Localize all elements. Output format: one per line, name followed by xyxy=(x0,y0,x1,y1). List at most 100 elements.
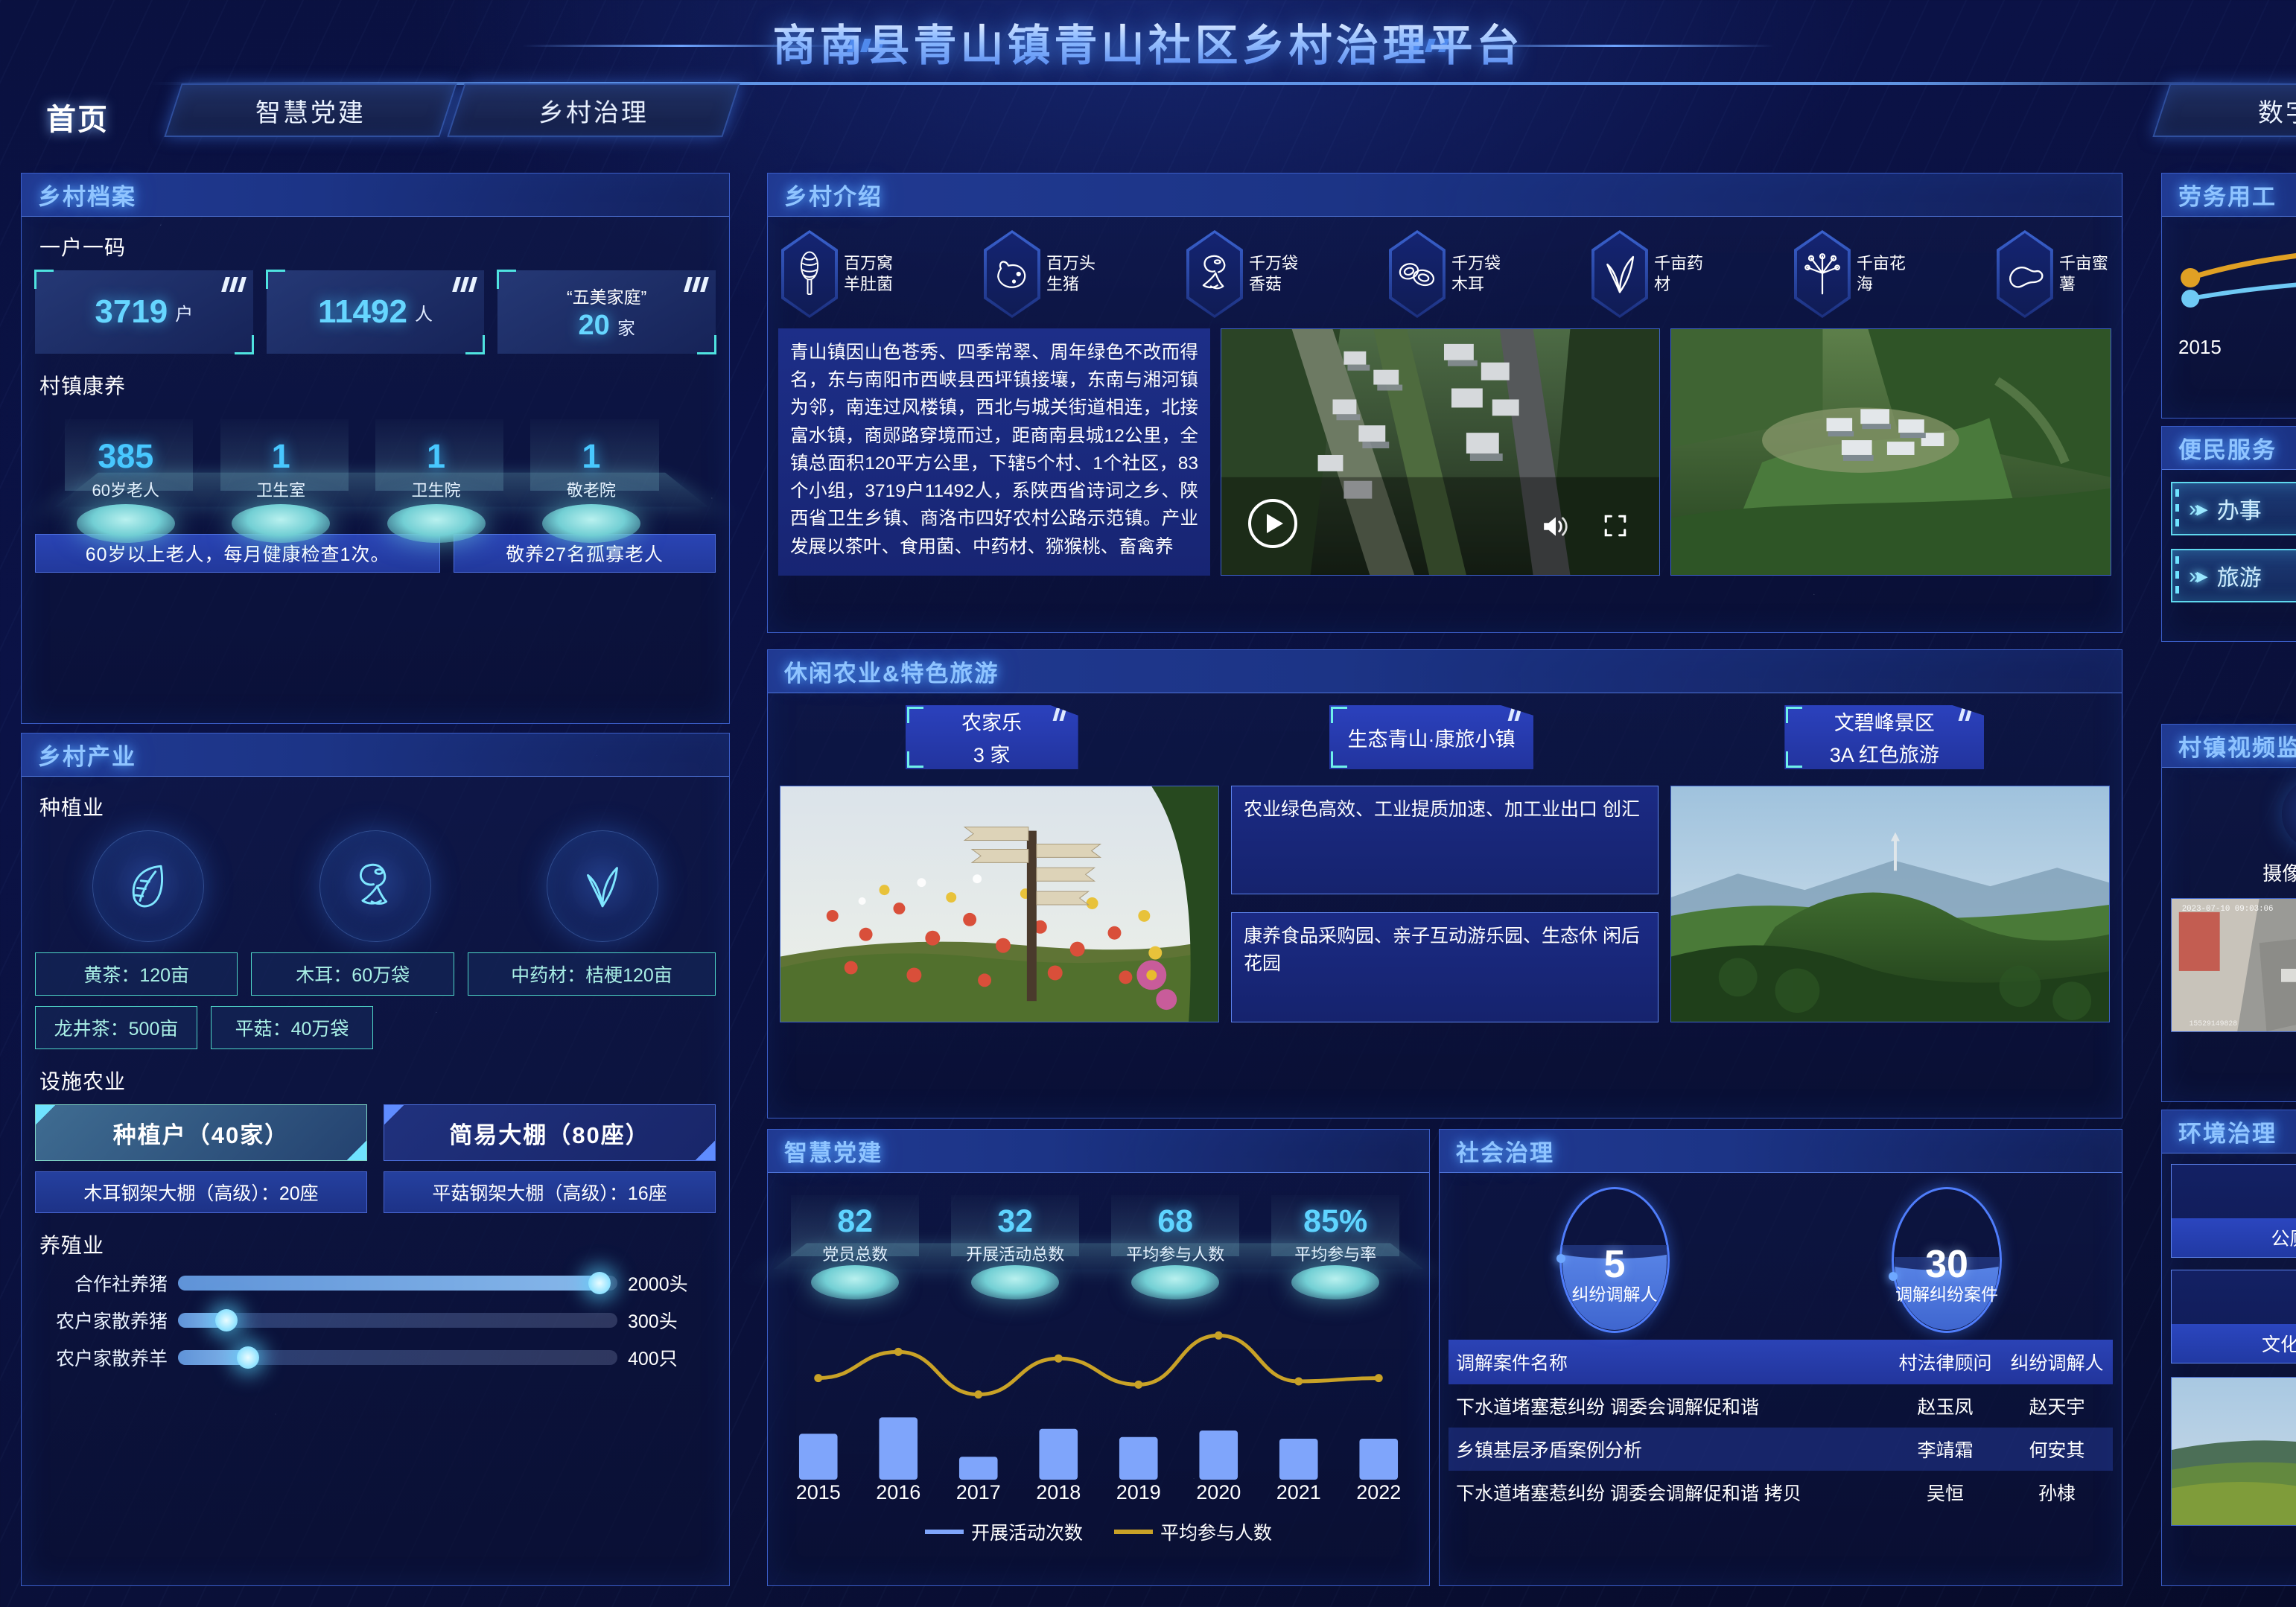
panel-title: 休闲农业&特色旅游 xyxy=(784,661,999,687)
tab-smart-party-building[interactable]: 智慧党建 xyxy=(164,83,457,137)
stat-label: 平均参与率 xyxy=(1294,1245,1377,1264)
bar xyxy=(1039,1428,1078,1480)
cell-mediator: 赵天宇 xyxy=(2029,1397,2085,1418)
tourism-card-scenic-area[interactable]: 文碧峰景区 3A 红色旅游 xyxy=(1784,705,1985,769)
camera-count-label: 摄像头120台 xyxy=(2262,862,2296,885)
line-point xyxy=(974,1390,983,1399)
facility-button-row: 种植户（40家） 简易大棚（80座） xyxy=(35,1104,716,1161)
x-axis-tick: 2018 xyxy=(1036,1481,1081,1503)
tourism-card-row: 农家乐 3 家 生态青山·康旅小镇 文碧峰景区 3A 红色旅游 xyxy=(780,705,2110,769)
tourism-card-eco-town[interactable]: 生态青山·康旅小镇 xyxy=(1329,705,1533,769)
card-line1: 文碧峰景区 xyxy=(1834,712,1935,734)
column-header-legal-advisor: 村法律顾问 xyxy=(1889,1340,2001,1384)
party-stat-activities: 32 开展活动总数 xyxy=(938,1203,1092,1299)
badge-line2: 羊肚菌 xyxy=(844,275,894,293)
card-line2: 3 家 xyxy=(973,744,1011,766)
bar xyxy=(1359,1439,1399,1480)
cell-legal-advisor: 李靖霜 xyxy=(1889,1428,2001,1471)
table-row[interactable]: 下水道堵塞惹纠纷 调委会调解促和谐 赵玉凤 赵天宇 xyxy=(1448,1384,2113,1428)
fullscreen-icon[interactable] xyxy=(1603,513,1628,542)
mushroom-icon xyxy=(319,830,431,942)
badge-line1: 百万头 xyxy=(1046,253,1095,273)
party-stat-avg-participants: 68 平均参与人数 xyxy=(1098,1206,1252,1299)
facility-button-greenhouses[interactable]: 简易大棚（80座） xyxy=(384,1104,716,1161)
tourism-card-farmstay[interactable]: 农家乐 3 家 xyxy=(905,705,1078,769)
gauge-label: 纠纷调解人 xyxy=(1571,1285,1658,1305)
slider-label: 农户家散养猪 xyxy=(55,1311,168,1332)
intro-content-row: 青山镇因山色苍秀、四季常翠、周年绿色不改而得名，东与南阳市西峡县西坪镇接壤，东南… xyxy=(778,328,2111,576)
health-stat-elderly: 385 60岁老人 xyxy=(51,439,200,543)
facility-button-planters[interactable]: 种植户（40家） xyxy=(35,1104,367,1161)
svg-text:2023-07-10 09:03:06: 2023-07-10 09:03:06 xyxy=(2182,905,2274,914)
panel-body: 3 公厕（个） 1 文化广场（个 xyxy=(2162,1153,2296,1536)
village-description: 青山镇因山色苍秀、四季常翠、周年绿色不改而得名，东与南阳市西峡县西坪镇接壤，东南… xyxy=(778,328,1210,576)
panel-leisure-tourism: 休闲农业&特色旅游 农家乐 3 家 生态青山·康旅小镇 文碧峰景区 3A 红色旅… xyxy=(767,649,2122,1118)
panel-body: 一户一码 3719 户 11492 人 “五美家庭” 20 家 村镇康养 385… xyxy=(22,217,729,582)
stat-value: 32 xyxy=(997,1203,1034,1239)
line-point xyxy=(1294,1377,1303,1386)
badge-pig: 百万头 生猪 xyxy=(983,230,1095,318)
tab-digital-agriculture[interactable]: 数字农 xyxy=(2152,83,2296,137)
bar xyxy=(879,1417,918,1480)
flower-icon xyxy=(1793,230,1851,318)
slider-value: 300头 xyxy=(628,1311,678,1332)
panel-title: 乡村档案 xyxy=(38,184,136,210)
slider-coop-pigs[interactable]: 合作社养猪 2000头 xyxy=(35,1270,716,1296)
panel-title: 智慧党建 xyxy=(784,1140,883,1166)
cell-legal-advisor: 吴恒 xyxy=(1926,1483,1964,1504)
x-axis-tick: 2019 xyxy=(1116,1481,1161,1503)
slider-track[interactable] xyxy=(178,1309,617,1331)
party-stat-members: 82 党员总数 xyxy=(778,1206,932,1299)
service-button-affairs[interactable]: »▸ 办事 xyxy=(2171,482,2296,535)
health-stat-clinic: 1 卫生室 xyxy=(207,439,355,543)
table-header-row: 调解案件名称 村法律顾问 纠纷调解人 xyxy=(1448,1340,2113,1384)
button-label: 办事 xyxy=(2216,499,2262,524)
cell-case-name: 乡镇基层矛盾案例分析 xyxy=(1448,1428,1889,1471)
badge-line1: 千万袋 xyxy=(1451,253,1501,273)
panel-title: 乡村介绍 xyxy=(784,184,883,210)
slider-track[interactable] xyxy=(178,1346,617,1369)
table-row[interactable]: 下水道堵塞惹纠纷 调委会调解促和谐 拷贝 吴恒 孙棣 xyxy=(1448,1471,2113,1514)
stat-label: 公厕（个） xyxy=(2172,1218,2296,1257)
stat-unit: 人 xyxy=(414,304,433,325)
monitor-feed[interactable]: 2023-07-10 09:03:06 15529149828 xyxy=(2171,898,2296,1032)
mediation-case-table: 调解案件名称 村法律顾问 纠纷调解人 下水道堵塞惹纠纷 调委会调解促和谐 赵玉凤… xyxy=(1448,1340,2113,1514)
badge-fungus: 千万袋 木耳 xyxy=(1388,230,1501,318)
slider-household-pigs[interactable]: 农户家散养猪 300头 xyxy=(35,1307,716,1334)
village-video-player[interactable] xyxy=(1221,328,1660,576)
tourism-info-industry: 农业绿色高效、工业提质加速、加工业出口 创汇 xyxy=(1231,786,1659,895)
legend-swatch xyxy=(924,1530,964,1534)
stat-label: 卫生室 xyxy=(256,481,306,500)
tab-village-governance[interactable]: 乡村治理 xyxy=(447,83,740,137)
slider-household-sheep[interactable]: 农户家散养羊 400只 xyxy=(35,1344,716,1371)
podium-disc xyxy=(76,504,175,543)
panel-title: 劳务用工 xyxy=(2178,184,2277,210)
play-icon[interactable] xyxy=(1248,499,1297,548)
panel-body: 百万窝 羊肚菌 百万头 生猪 千万袋 香菇 千万袋 木耳 千亩药 材 千亩花 海… xyxy=(768,217,2122,585)
tab-label: 乡村治理 xyxy=(538,98,649,127)
panel-social-governance: 社会治理 5 纠纷调解人 30 调解纠纷案件 调解案件名称 村法律顾问 纠纷调解… xyxy=(1439,1129,2122,1586)
volume-icon[interactable] xyxy=(1542,515,1570,542)
tourism-content-row: 农业绿色高效、工业提质加速、加工业出口 创汇 康养食品采购园、亲子互动游乐园、生… xyxy=(780,786,2110,1022)
labor-axis-tick: 2015 xyxy=(2178,336,2222,358)
bar xyxy=(1119,1436,1158,1480)
panel-title: 便民服务 xyxy=(2178,437,2277,463)
panel-village-industry: 乡村产业 种植业 黄茶：120亩 木耳：60万袋 中药材：桔梗120亩 龙井茶：… xyxy=(21,733,730,1586)
morel-icon xyxy=(781,230,838,318)
badge-line1: 千亩蜜 xyxy=(2058,253,2108,273)
x-axis-tick: 2017 xyxy=(955,1481,1001,1503)
tab-home[interactable]: 首页 xyxy=(46,95,109,139)
slider-track[interactable] xyxy=(178,1272,617,1294)
badge-line2: 材 xyxy=(1653,275,1670,293)
service-button-tourism[interactable]: »▸ 旅游 xyxy=(2171,549,2296,602)
legend-item-activities: 开展活动次数 xyxy=(924,1518,1083,1545)
cell-mediator: 何安其 xyxy=(2001,1428,2113,1471)
planting-tag-row-2: 龙井茶：500亩 平菇：40万袋 xyxy=(35,1006,716,1049)
badge-morel: 百万窝 羊肚菌 xyxy=(781,230,893,318)
tab-label: 数字农 xyxy=(2257,98,2296,127)
page-title: 商南县青山镇青山社区乡村治理平台 xyxy=(0,10,2296,73)
bar xyxy=(1279,1439,1318,1480)
button-label: 旅游 xyxy=(2216,566,2262,591)
table-row[interactable]: 乡镇基层矛盾案例分析 李靖霜 何安其 xyxy=(1448,1428,2113,1471)
party-stats-podium: 82 党员总数 32 开展活动总数 68 平均参与人数 85% 平均参与率 xyxy=(773,1185,1424,1299)
